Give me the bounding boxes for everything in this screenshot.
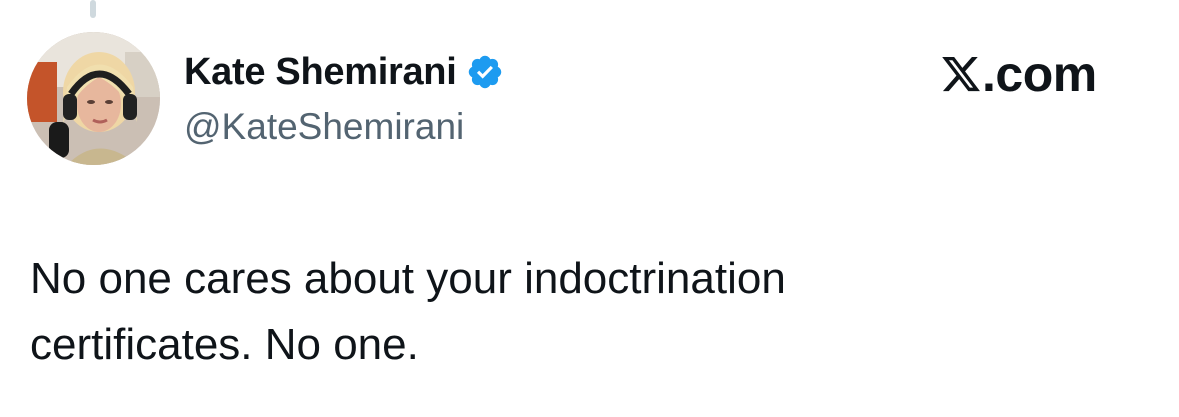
- author-name-row[interactable]: Kate Shemirani: [184, 50, 504, 94]
- tweet-text: No one cares about your indoctrination c…: [30, 246, 1130, 378]
- profile-photo: [27, 32, 160, 165]
- x-logo-icon: [940, 53, 982, 95]
- thread-connector-line: [90, 0, 96, 18]
- tweet-text-line: No one cares about your indoctrination: [30, 254, 786, 303]
- verified-badge-icon: [466, 53, 504, 91]
- brand-domain-text: .com: [982, 46, 1097, 102]
- x-com-brand: .com: [940, 46, 1097, 102]
- author-handle[interactable]: @KateShemirani: [184, 106, 464, 148]
- author-display-name[interactable]: Kate Shemirani: [184, 51, 457, 94]
- tweet-text-line: certificates. No one.: [30, 320, 419, 369]
- avatar[interactable]: [27, 32, 160, 165]
